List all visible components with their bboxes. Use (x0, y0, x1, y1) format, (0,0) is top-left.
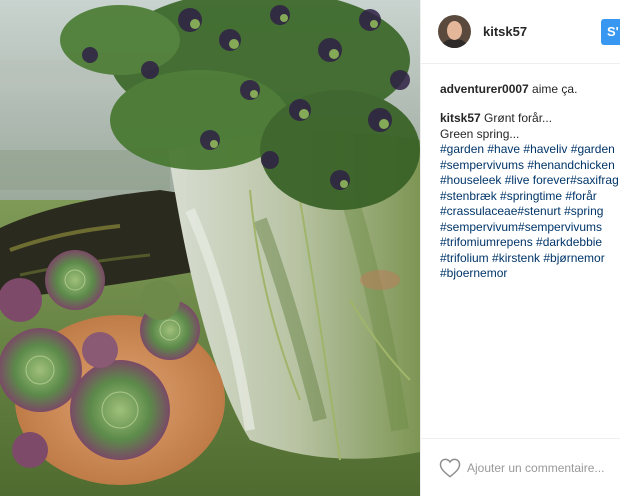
comment-input[interactable] (467, 457, 620, 479)
avatar[interactable] (438, 15, 471, 48)
hashtag-line[interactable]: #crassulaceae#stenurt #spring (440, 204, 620, 220)
caption-author[interactable]: kitsk57 (440, 111, 481, 125)
hashtag-line[interactable]: #trifolium #kirstenk #bjørnemor (440, 251, 620, 267)
hashtag-line[interactable]: #sempervivum#sempervivums (440, 220, 620, 236)
liker-username[interactable]: adventurer0007 (440, 82, 529, 96)
hashtag-line[interactable]: #bjoernemor (440, 266, 620, 282)
comment-bar (421, 438, 620, 496)
post-header: kitsk57 S' (421, 0, 620, 64)
hashtag-line[interactable]: #sempervivums #henandchicken (440, 158, 620, 174)
likes-text: aime ça. (528, 82, 578, 96)
post-details-panel: kitsk57 S' adventurer0007 aime ça. kitsk… (420, 0, 620, 496)
likes-line: adventurer0007 aime ça. (440, 82, 577, 96)
hashtag-line[interactable]: #houseleek #live forever#saxifrag (440, 173, 620, 189)
hashtag-line[interactable]: #trifomiumrepens #darkdebbie (440, 235, 620, 251)
hashtag-line[interactable]: #garden #have #haveliv #garden (440, 142, 620, 158)
hashtag-line[interactable]: #stenbræk #springtime #forår (440, 189, 620, 205)
post-photo[interactable] (0, 0, 420, 496)
heart-outline-icon[interactable] (439, 458, 461, 478)
avatar-body (442, 39, 467, 48)
caption-first-line: kitsk57 Grønt forår... (440, 111, 620, 127)
avatar-face (447, 21, 462, 40)
author-username[interactable]: kitsk57 (483, 24, 527, 39)
caption-second-line: Green spring... (440, 126, 520, 141)
follow-button[interactable]: S' (601, 19, 620, 45)
caption-text: Grønt forår... (484, 111, 553, 125)
caption: kitsk57 Grønt forår... Green spring... #… (440, 111, 620, 282)
